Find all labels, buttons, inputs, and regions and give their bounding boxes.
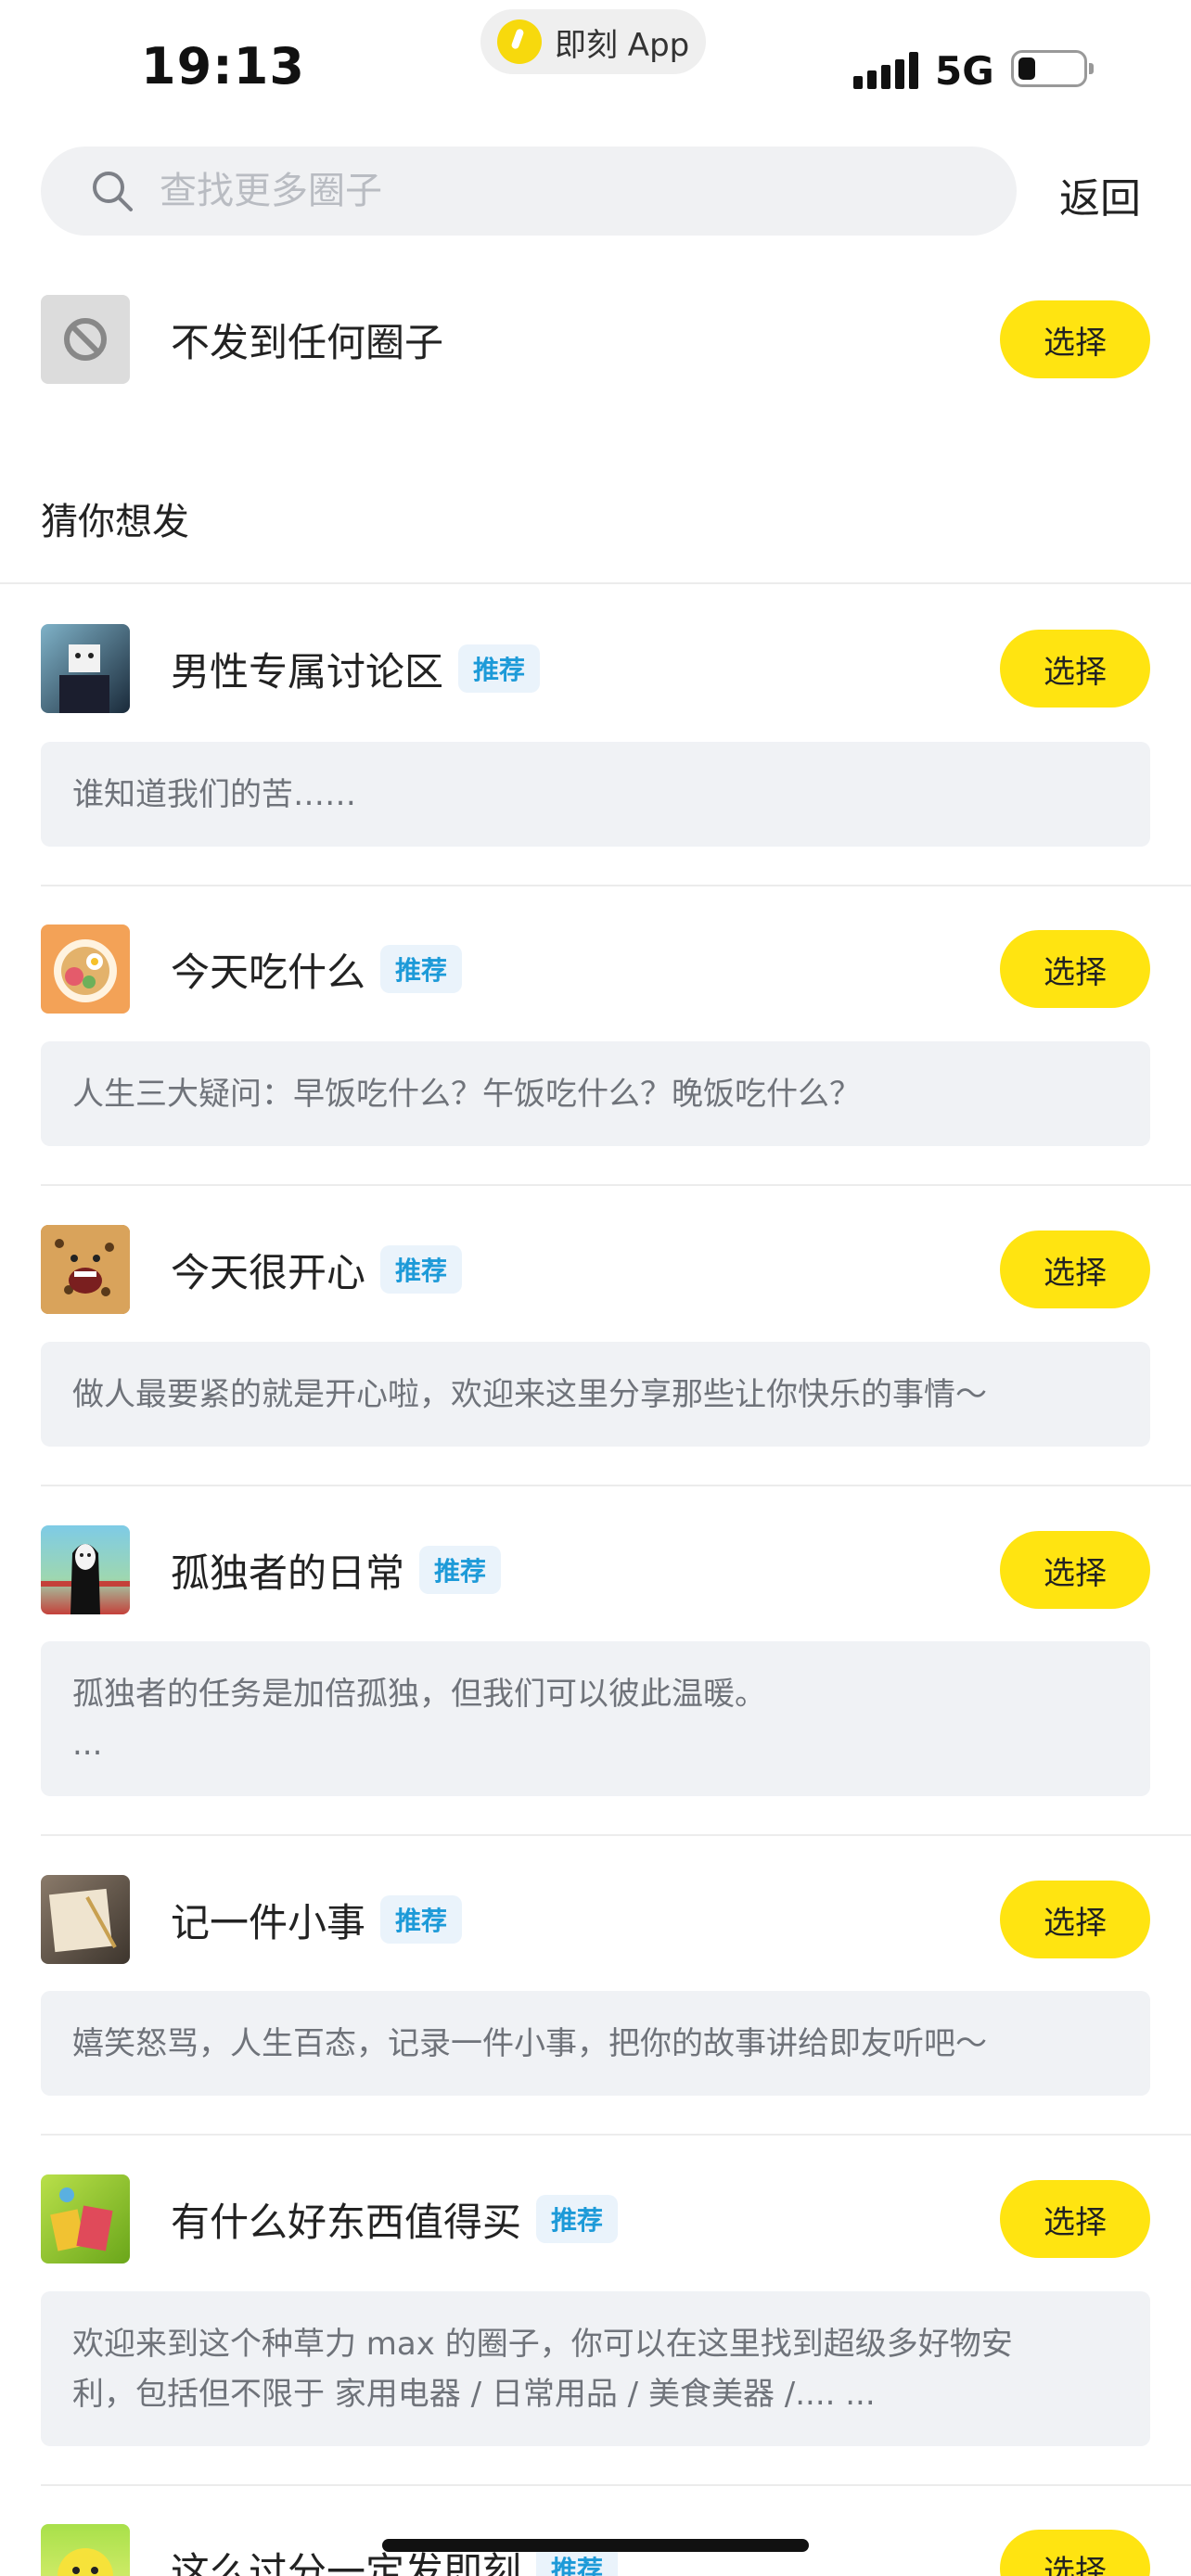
- circle-name: 今天很开心: [171, 1249, 366, 1295]
- circle-description: 谁知道我们的苦……: [41, 742, 1150, 847]
- description-line: 谁知道我们的苦……: [72, 776, 356, 813]
- circle-description: 嬉笑怒骂，人生百态，记录一件小事，把你的故事讲给即友听吧～: [41, 1991, 1150, 2096]
- circle-name: 有什么好东西值得买: [171, 2199, 522, 2245]
- cellular-signal-icon: [853, 52, 918, 89]
- circle-name: 男性专属讨论区: [171, 648, 444, 695]
- description-line: ...: [72, 1726, 103, 1763]
- recommend-tag: 推荐: [380, 945, 463, 993]
- recommend-tag: 推荐: [536, 2195, 619, 2243]
- app-indicator-pill[interactable]: 即刻 App: [480, 9, 707, 74]
- circle-avatar: [41, 2524, 130, 2576]
- circle-avatar: [41, 1525, 130, 1614]
- status-time: 19:13: [141, 37, 305, 96]
- circle-description: 孤独者的任务是加倍孤独，但我们可以彼此温暖。 ...: [41, 1641, 1150, 1796]
- app-name: 即刻 App: [555, 26, 690, 64]
- description-line: 人生三大疑问：早饭吃什么？午饭吃什么？晚饭吃什么？: [72, 1076, 861, 1113]
- circle-row[interactable]: 男性专属讨论区 推荐 选择: [41, 624, 1150, 713]
- circle-description: 做人最要紧的就是开心啦，欢迎来这里分享那些让你快乐的事情～: [41, 1342, 1150, 1447]
- recommend-tag: 推荐: [380, 1895, 463, 1944]
- network-type: 5G: [935, 48, 994, 94]
- none-option-label: 不发到任何圈子: [171, 319, 444, 365]
- section-title: 猜你想发: [41, 501, 189, 543]
- select-button[interactable]: 选择: [1000, 1531, 1150, 1609]
- battery-icon: [1011, 50, 1094, 87]
- circle-row[interactable]: 今天很开心 推荐 选择: [41, 1225, 1150, 1314]
- recommend-tag: 推荐: [380, 1245, 463, 1294]
- select-button[interactable]: 选择: [1000, 1881, 1150, 1958]
- circle-row[interactable]: 今天吃什么 推荐 选择: [41, 925, 1150, 1014]
- circle-name: 记一件小事: [171, 1899, 366, 1945]
- description-line: 欢迎来到这个种草力 max 的圈子，你可以在这里找到超级多好物安: [72, 2326, 1013, 2363]
- description-line: 做人最要紧的就是开心啦，欢迎来这里分享那些让你快乐的事情～: [72, 1376, 987, 1413]
- select-none-button[interactable]: 选择: [1000, 300, 1150, 378]
- divider: [41, 2484, 1191, 2486]
- none-option-row[interactable]: 不发到任何圈子 选择: [41, 295, 1150, 384]
- divider: [0, 582, 1191, 584]
- circle-avatar: [41, 624, 130, 713]
- circle-avatar: [41, 925, 130, 1014]
- search-input[interactable]: [160, 170, 920, 212]
- circle-row[interactable]: 记一件小事 推荐 选择: [41, 1875, 1150, 1964]
- divider: [41, 1184, 1191, 1186]
- select-button[interactable]: 选择: [1000, 630, 1150, 708]
- search-icon: [93, 172, 133, 211]
- divider: [41, 1834, 1191, 1836]
- divider: [41, 1485, 1191, 1486]
- circle-name: 孤独者的日常: [171, 1549, 405, 1596]
- circle-description: 人生三大疑问：早饭吃什么？午饭吃什么？晚饭吃什么？: [41, 1041, 1150, 1146]
- description-line: 嬉笑怒骂，人生百态，记录一件小事，把你的故事讲给即友听吧～: [72, 2025, 987, 2062]
- circle-row[interactable]: 孤独者的日常 推荐 选择: [41, 1525, 1150, 1614]
- select-button[interactable]: 选择: [1000, 1231, 1150, 1308]
- circle-avatar: [41, 1875, 130, 1964]
- search-bar[interactable]: [41, 147, 1017, 236]
- circle-row[interactable]: 有什么好东西值得买 推荐 选择: [41, 2174, 1150, 2264]
- circle-avatar: [41, 1225, 130, 1314]
- description-line: 利，包括但不限于 家用电器 / 日常用品 / 美食美器 /.... ...: [72, 2376, 876, 2413]
- recommend-tag: 推荐: [458, 644, 541, 693]
- ban-icon: [41, 295, 130, 384]
- back-button[interactable]: 返回: [1059, 165, 1141, 224]
- divider: [41, 2134, 1191, 2136]
- home-indicator[interactable]: [382, 2539, 809, 2552]
- select-button[interactable]: 选择: [1000, 2180, 1150, 2258]
- circle-description: 欢迎来到这个种草力 max 的圈子，你可以在这里找到超级多好物安 利，包括但不限…: [41, 2291, 1150, 2446]
- divider: [41, 885, 1191, 886]
- select-button[interactable]: 选择: [1000, 930, 1150, 1008]
- select-button[interactable]: 选择: [1000, 2530, 1150, 2576]
- jike-logo-icon: [497, 19, 542, 64]
- status-bar: 19:13 即刻 App 5G: [0, 0, 1191, 139]
- description-line: 孤独者的任务是加倍孤独，但我们可以彼此温暖。: [72, 1676, 766, 1713]
- circle-avatar: [41, 2174, 130, 2264]
- recommend-tag: 推荐: [419, 1546, 502, 1594]
- circle-name: 今天吃什么: [171, 949, 366, 995]
